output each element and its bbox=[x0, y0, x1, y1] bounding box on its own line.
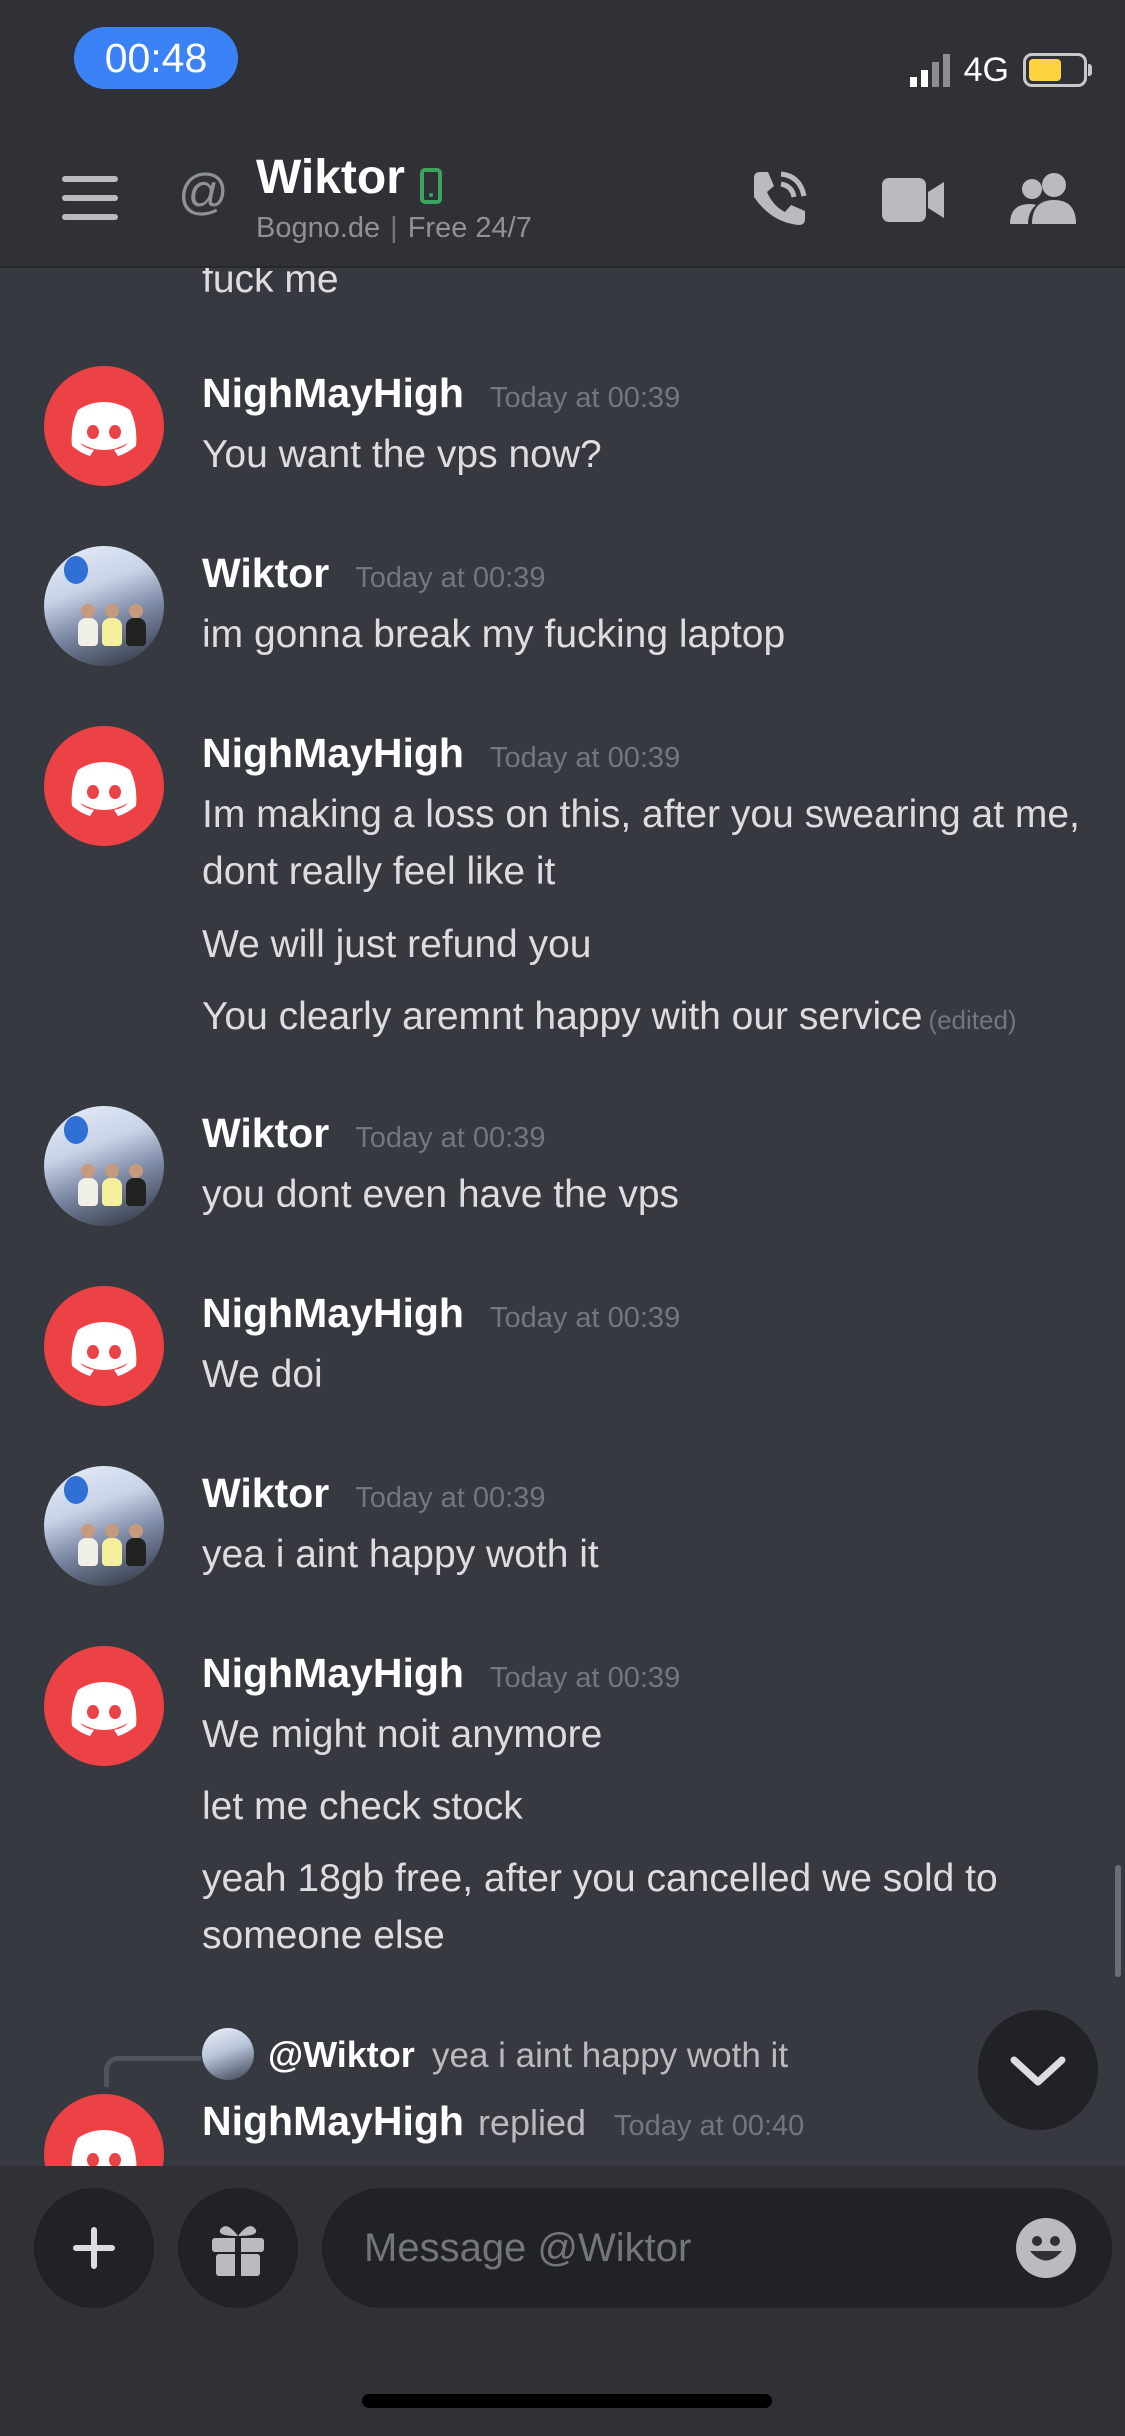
message-header: Wiktor Today at 00:39 bbox=[202, 1470, 545, 1517]
message-text: We will just refund you bbox=[202, 923, 592, 966]
gift-icon bbox=[212, 2226, 264, 2276]
reply-quoted-text[interactable]: yea i aint happy woth it bbox=[432, 2036, 788, 2076]
message-header: NighMayHigh Today at 00:39 bbox=[202, 1650, 680, 1697]
battery-icon bbox=[1023, 53, 1092, 87]
replied-label: replied bbox=[477, 2102, 587, 2143]
reply-mention[interactable]: @Wiktor bbox=[268, 2034, 415, 2076]
timestamp: Today at 00:40 bbox=[614, 2110, 805, 2142]
user-photo-avatar[interactable] bbox=[44, 1466, 164, 1586]
username[interactable]: NighMayHigh bbox=[202, 730, 464, 777]
status-text-right: Free 24/7 bbox=[407, 212, 532, 244]
mobile-status-icon bbox=[420, 168, 442, 204]
discord-logo-avatar[interactable] bbox=[44, 366, 164, 486]
top-bar: 00:48 4G @ Wiktor Bogno.de | Free 24/7 bbox=[0, 0, 1125, 268]
message-text: im gonna break my fucking laptop bbox=[202, 613, 786, 656]
timestamp: Today at 00:39 bbox=[489, 382, 681, 414]
message-list[interactable]: fuck me NighMayHigh Today at 00:39 You w… bbox=[0, 268, 1125, 2166]
at-symbol-icon: @ bbox=[178, 164, 229, 220]
dm-custom-status: Bogno.de | Free 24/7 bbox=[256, 212, 532, 245]
user-photo-avatar[interactable] bbox=[44, 1106, 164, 1226]
network-type: 4G bbox=[963, 50, 1009, 89]
scrollbar[interactable] bbox=[1115, 1865, 1121, 1977]
reply-avatar[interactable] bbox=[202, 2028, 254, 2080]
gift-button[interactable] bbox=[178, 2188, 298, 2308]
username[interactable]: Wiktor bbox=[202, 1110, 329, 1157]
chevron-down-icon bbox=[1010, 2056, 1066, 2086]
status-indicators: 4G bbox=[909, 46, 1092, 94]
message-text-content: You clearly aremnt happy with our servic… bbox=[202, 995, 923, 1038]
discord-logo-avatar[interactable] bbox=[44, 1646, 164, 1766]
message-header: NighMayHigh replied Today at 00:40 bbox=[202, 2098, 804, 2145]
username[interactable]: NighMayHigh bbox=[202, 1650, 464, 1697]
reply-connector bbox=[104, 2056, 201, 2087]
emoji-icon[interactable] bbox=[1016, 2218, 1076, 2278]
message-text: yeah 18gb free, after you cancelled we s… bbox=[202, 1857, 998, 1957]
app-screen: 00:48 4G @ Wiktor Bogno.de | Free 24/7 f… bbox=[0, 0, 1125, 2436]
message-text: Im making a loss on this, after you swea… bbox=[202, 793, 1080, 893]
message-header: NighMayHigh Today at 00:39 bbox=[202, 730, 680, 777]
timestamp: Today at 00:39 bbox=[355, 1482, 546, 1514]
message-text: We might noit anymore bbox=[202, 1713, 603, 1756]
video-camera-icon[interactable] bbox=[882, 178, 944, 222]
hamburger-icon[interactable] bbox=[62, 176, 118, 233]
status-separator: | bbox=[390, 212, 398, 244]
message-text: you dont even have the vps bbox=[202, 1173, 680, 1216]
timestamp: Today at 00:39 bbox=[355, 562, 546, 594]
timestamp: Today at 00:39 bbox=[489, 1302, 681, 1334]
signal-icon bbox=[909, 53, 950, 87]
status-text-left: Bogno.de bbox=[256, 212, 381, 244]
home-indicator[interactable] bbox=[362, 2394, 772, 2408]
username[interactable]: NighMayHigh bbox=[202, 1290, 464, 1337]
username[interactable]: NighMayHigh bbox=[202, 2098, 464, 2145]
add-attachment-button[interactable] bbox=[34, 2188, 154, 2308]
timestamp: Today at 00:39 bbox=[489, 742, 681, 774]
message-header: Wiktor Today at 00:39 bbox=[202, 550, 545, 597]
discord-logo-avatar[interactable] bbox=[44, 2094, 164, 2166]
message-header: NighMayHigh Today at 00:39 bbox=[202, 370, 680, 417]
message-header: NighMayHigh Today at 00:39 bbox=[202, 1290, 680, 1337]
edited-label: (edited) bbox=[928, 1005, 1017, 1035]
timestamp: Today at 00:39 bbox=[489, 1662, 681, 1694]
discord-logo-avatar[interactable] bbox=[44, 1286, 164, 1406]
phone-call-icon[interactable] bbox=[748, 170, 810, 230]
message-text: yea i aint happy woth it bbox=[202, 1533, 599, 1576]
message-text: You clearly aremnt happy with our servic… bbox=[202, 988, 1125, 1049]
plus-icon bbox=[73, 2227, 115, 2269]
status-time: 00:48 bbox=[74, 27, 238, 89]
message-text: You want the vps now? bbox=[202, 433, 602, 476]
user-photo-avatar[interactable] bbox=[44, 546, 164, 666]
username[interactable]: Wiktor bbox=[202, 1470, 329, 1517]
message-input[interactable] bbox=[322, 2188, 1112, 2308]
discord-logo-avatar[interactable] bbox=[44, 726, 164, 846]
dm-recipient-name[interactable]: Wiktor bbox=[256, 150, 405, 205]
message-text: We doi bbox=[202, 1353, 323, 1396]
message-text: fuck me bbox=[202, 268, 339, 301]
username[interactable]: Wiktor bbox=[202, 550, 329, 597]
timestamp: Today at 00:39 bbox=[355, 1122, 546, 1154]
members-icon[interactable] bbox=[1010, 172, 1080, 224]
message-text: let me check stock bbox=[202, 1785, 523, 1828]
jump-to-present-button[interactable] bbox=[978, 2010, 1098, 2130]
message-header: Wiktor Today at 00:39 bbox=[202, 1110, 545, 1157]
username[interactable]: NighMayHigh bbox=[202, 370, 464, 417]
